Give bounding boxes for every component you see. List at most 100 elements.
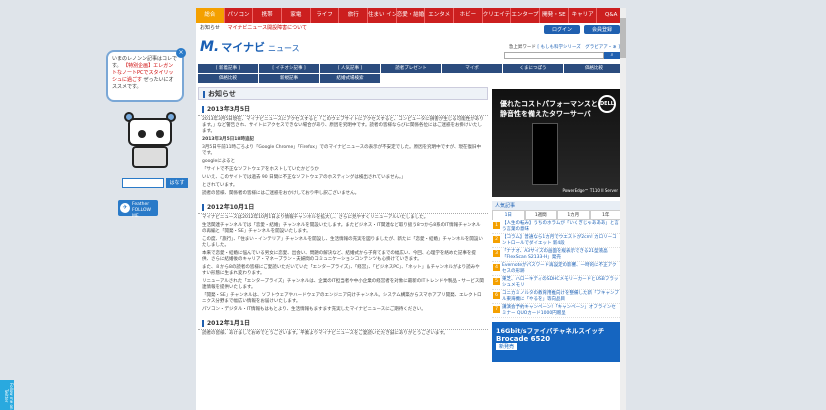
register-button[interactable]: 会員登録 [583, 25, 620, 34]
notice-link[interactable]: マイナビニュース開設障害について [228, 25, 308, 31]
rank-number: 1 [493, 222, 500, 229]
post: 2012年1月1日 読者の皆様、あけましておめでとうございます。平素よりマイナビニ… [198, 318, 488, 338]
category-button[interactable]: 価格比較 [198, 74, 258, 83]
topnav-item[interactable]: 旅行 [339, 8, 369, 23]
post-paragraph: 本来で恋愛・結婚に悩んでいる男女に恋愛、出会い、問題の解決など、結婚式から子育て… [202, 251, 476, 262]
feather-label: Feather FOLLOW ME [132, 202, 151, 219]
post-date: 2013年3月5日 [198, 104, 488, 116]
widget-search-input[interactable] [122, 178, 164, 188]
scrollbar[interactable] [620, 8, 626, 410]
feather-follow-button[interactable]: ✈ Feather FOLLOW ME [118, 200, 158, 219]
search-input[interactable] [504, 52, 604, 59]
post-paragraph: パソコン・デジタル・IT情報もはもとより、生活情報もますます充実したマイナビニュ… [202, 307, 426, 312]
post-paragraph: いいえ、このサイトでは過去 90 日間に不正なソフトウェアのホスティングは検出さ… [202, 175, 406, 180]
mascot-image [122, 112, 178, 170]
search-button[interactable]: ⌕ [604, 52, 620, 59]
widget-search-button[interactable]: はなす [166, 178, 188, 188]
twitter-follow-tab[interactable]: Follow me on Twitter [0, 380, 14, 410]
brocade-ad-banner[interactable]: 16Gbit/sファイバチャネルスイッチ Brocade 6520 新発売 [492, 322, 622, 362]
ranking-item[interactable]: 1 【人生の転み】うちのホラムが「いくぎじゃあああ」と言う言葉の意味 [492, 220, 622, 234]
topnav-item[interactable]: 開発・SE [540, 8, 569, 23]
category-button[interactable]: 読者プレゼント [381, 64, 441, 73]
server-image [532, 123, 558, 185]
rank-number: 7 [493, 306, 500, 313]
post: 2012年10月1日 マイナビニュースは2012年10月1日より情報チャンネルを拡… [198, 202, 488, 314]
page: 総合パソコン携帯家電ライフ旅行住まい インテリア恋愛・結婚エンタメホビークリエイ… [196, 8, 626, 410]
topnav-item[interactable]: エンタメ [425, 8, 455, 23]
close-icon[interactable]: × [176, 48, 186, 58]
ranking-item[interactable]: 2 【コラム】普通なら1カ月でウエストが2cm! カロリーコントロールでダイエット… [492, 234, 622, 248]
logo-mark: M. [200, 39, 220, 55]
topnav-item[interactable]: 恋愛・結婚 [397, 8, 426, 23]
category-button[interactable]: 新規記事 [259, 74, 319, 83]
category-button[interactable]: くまにつぽう [503, 64, 563, 73]
ranking-tabs: 1日 1週間 1カ月 1年 [492, 210, 622, 220]
ranking-item[interactable]: 5 東芝、ハローキティのSDHCメモリーカードとUSBフラッシュメモリ [492, 276, 622, 290]
topnav-item[interactable]: キャリア [569, 8, 598, 23]
top-navigation: 総合パソコン携帯家電ライフ旅行住まい インテリア恋愛・結婚エンタメホビークリエイ… [196, 8, 626, 23]
category-button[interactable]: [ 新着記事 ] [198, 64, 258, 73]
main-content: お知らせ 2013年3月5日 2013年3月5日現在、マイナビニュースにアクセスす… [198, 87, 488, 362]
category-button[interactable]: 価格比較 [564, 64, 624, 73]
rank-number: 2 [493, 236, 500, 243]
logo-sub: ニュース [268, 44, 300, 53]
ranking-item[interactable]: 4 Evernoteがパスワード再設定の影響、一時的に不正アクセスの形跡 [492, 262, 622, 276]
topnav-item[interactable]: クリエイティブ [483, 8, 512, 23]
topnav-item[interactable]: 総合 [196, 8, 225, 23]
ranking-list: 1 【人生の転み】うちのホラムが「いくぎじゃあああ」と言う言葉の意味 2 【コラム】普… [492, 220, 622, 318]
ranking-tab[interactable]: 1年 [589, 210, 622, 220]
rank-number: 5 [493, 278, 500, 285]
topnav-item[interactable]: 家電 [282, 8, 311, 23]
post-paragraph: 読者の皆様、あけましておめでとうございます。平素よりマイナビニュースをご愛読いた… [202, 331, 448, 336]
post-paragraph: また、８から8の読者の皆様にご愛読いただいていた「エンタープライズ」、「経営」、… [202, 265, 480, 276]
dell-ad-banner[interactable]: 優れたコストパフォーマンスと 静音性を備えたタワーサーバ DELL PowerEd… [492, 89, 622, 197]
search-icon: ⌕ [610, 52, 614, 58]
dell-logo: DELL [598, 95, 616, 113]
header-search: ⌕ [504, 52, 620, 59]
post-paragraph: 2013年3月5日現在、マイナビニュースにアクセスすると「このウェブサイトにアク… [202, 117, 484, 134]
post-paragraph: リニューアルされた「エンタープライズ」チャンネルは、企業のIT担当者や中小企業の… [202, 279, 484, 290]
topnav-item[interactable]: ライフ [311, 8, 340, 23]
topnav-item[interactable]: 携帯 [253, 8, 283, 23]
site-header: M. マイナビ ニュース ログイン 会員登録 急上昇ワード [ もしも科学シリー… [196, 25, 626, 64]
category-button[interactable]: 結婚式場検索 [320, 74, 380, 83]
topnav-item[interactable]: エンタープライズ [511, 8, 541, 23]
ad-caption: PowerEdge™ T110 II Server [562, 188, 618, 193]
topnav-item[interactable]: パソコン [225, 8, 254, 23]
scrollbar-thumb[interactable] [620, 18, 626, 58]
notice-label: お知らせ [200, 25, 220, 31]
ranking-item[interactable]: 6 コニカミノルタの教育用推向けを整備した新「フキャンプル東海機に「やるを」等向品… [492, 290, 622, 304]
ranking-tab[interactable]: 1週間 [524, 210, 557, 220]
ranking-tab[interactable]: 1カ月 [557, 210, 590, 220]
ranking-item[interactable]: 7 講演会予約キャンペーン!「キャンペーン」オフラインセミナー QUOカード100… [492, 304, 622, 318]
post-paragraph: 2013年3月5日18時追記 [202, 137, 255, 142]
ranking-title: 人気記事 [492, 201, 622, 210]
post-date: 2012年10月1日 [198, 202, 488, 214]
page-title: お知らせ [198, 87, 488, 100]
post: 2013年3月5日 2013年3月5日現在、マイナビニュースにアクセスすると「この… [198, 104, 488, 198]
trending-link[interactable]: [ もしも科学シリーズ グラビアア・ぁ ] [537, 45, 620, 50]
category-button[interactable]: マイポ [442, 64, 502, 73]
post-paragraph: 3月5日午前11時ごろより「Google Chrome」「Firefox」でのマ… [202, 145, 482, 156]
trending-label: 急上昇ワード [508, 45, 536, 50]
category-button[interactable]: [ 人気記事 ] [320, 64, 380, 73]
ad2-badge: 新発売 [496, 343, 518, 350]
post-paragraph: 読者の皆様、関係者の皆様にはご迷惑をおかけしており申し訳ございません。 [202, 191, 360, 196]
trending-keywords: 急上昇ワード [ もしも科学シリーズ グラビアア・ぁ ] [509, 44, 620, 50]
ranking-tab[interactable]: 1日 [492, 210, 525, 220]
header-buttons: ログイン 会員登録 [543, 25, 620, 34]
topnav-item[interactable]: 住まい インテリア [368, 8, 397, 23]
mascot-body [132, 146, 168, 168]
rank-number: 4 [493, 264, 500, 271]
bird-icon: ✈ [120, 203, 130, 213]
logo[interactable]: M. マイナビ ニュース [200, 39, 300, 55]
post-paragraph: 「開発・SE」チャンネルは、ソフトウェアやハードウェアのエンジニア向けチャンネル… [202, 293, 482, 304]
sidebar: 優れたコストパフォーマンスと 静音性を備えたタワーサーバ DELL PowerEd… [492, 87, 622, 362]
login-button[interactable]: ログイン [543, 25, 580, 34]
category-button[interactable]: [ イチオシ記事 ] [259, 64, 319, 73]
post-list: 2013年3月5日 2013年3月5日現在、マイナビニュースにアクセスすると「この… [198, 104, 488, 338]
post-paragraph: とされています。 [202, 183, 238, 188]
ranking-item[interactable]: 3 「ナナオ、A3サイズの画面を縦表示できる21型液晶「FlexScan S213… [492, 248, 622, 262]
post-date: 2012年1月1日 [198, 318, 488, 330]
topnav-item[interactable]: ホビー [454, 8, 483, 23]
